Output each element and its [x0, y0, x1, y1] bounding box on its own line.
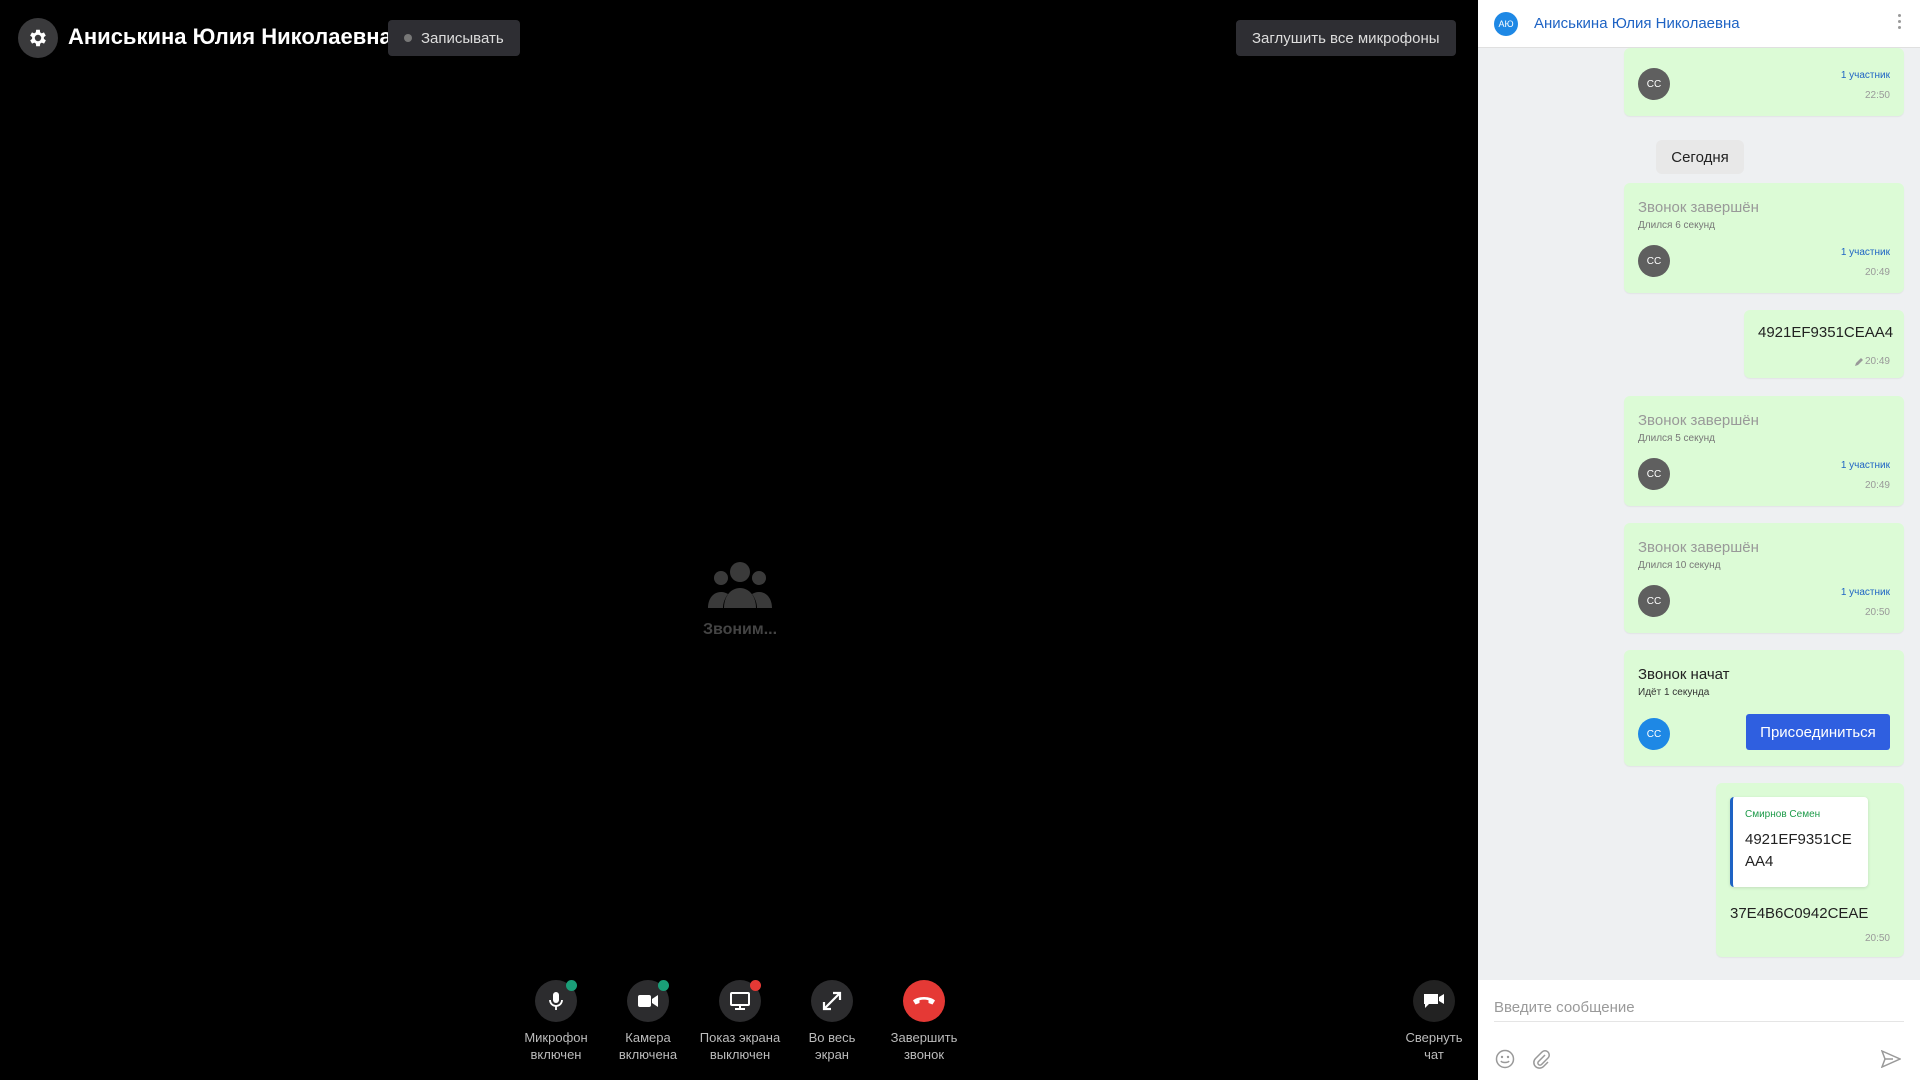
screen-status-dot: [750, 980, 761, 991]
message-time: 20:50: [1864, 607, 1890, 618]
settings-button[interactable]: [18, 18, 58, 58]
participants-count[interactable]: 1 участник: [1841, 70, 1890, 81]
participant-avatar[interactable]: СС: [1638, 718, 1670, 750]
call-duration: Длился 6 секунд: [1638, 220, 1715, 231]
message-time: 20:49: [1864, 480, 1890, 491]
message-time: 20:50: [1864, 933, 1890, 944]
message-text: 4921EF9351CEAA4: [1758, 324, 1894, 341]
fullscreen-button[interactable]: [811, 980, 853, 1022]
call-duration: Идёт 1 секунда: [1638, 687, 1710, 698]
call-duration: Длился 5 секунд: [1638, 433, 1715, 444]
participants-count[interactable]: 1 участник: [1841, 587, 1890, 598]
hangup-phone-icon: [913, 997, 935, 1005]
fullscreen-label-line2: экран: [815, 1047, 849, 1062]
mic-label-line1: Микрофон: [524, 1030, 588, 1045]
message-input[interactable]: [1494, 994, 1904, 1022]
mute-all-button[interactable]: Заглушить все микрофоны: [1236, 20, 1456, 56]
reply-message[interactable]: Смирнов Семен 4921EF9351CEAA4 37E4B6C094…: [1716, 783, 1904, 957]
composer: [1478, 980, 1920, 1080]
chat-contact-name[interactable]: Аниськина Юлия Николаевна: [1534, 15, 1740, 32]
mic-status-dot: [566, 980, 577, 991]
participants-count[interactable]: 1 участник: [1841, 460, 1890, 471]
participant-avatar[interactable]: СС: [1638, 68, 1670, 100]
video-camera-icon: [638, 995, 658, 1007]
paperclip-icon[interactable]: [1530, 1048, 1552, 1070]
calling-status: Звоним...: [690, 560, 790, 639]
call-message: СС 1 участник 22:50: [1624, 48, 1904, 116]
participant-avatar[interactable]: СС: [1638, 245, 1670, 277]
message-text: 37E4B6C0942CEAE: [1730, 905, 1869, 922]
call-status-title: Звонок начат: [1638, 666, 1730, 683]
gear-icon: [30, 29, 46, 47]
camera-button[interactable]: [627, 980, 669, 1022]
record-dot-icon: [404, 34, 412, 42]
screen-share-control[interactable]: Показ экрана выключен: [692, 980, 788, 1063]
screen-label-line1: Показ экрана: [699, 1030, 781, 1045]
expand-icon: [822, 991, 842, 1011]
chat-panel: АЮ Аниськина Юлия Николаевна СС 1 участн…: [1478, 0, 1920, 1080]
call-status-title: Звонок завершён: [1638, 539, 1759, 556]
call-area: Аниськина Юлия Николаевна Записывать Заг…: [0, 0, 1478, 1080]
record-button[interactable]: Записывать: [388, 20, 520, 56]
screen-label-line2: выключен: [709, 1047, 771, 1062]
call-message: Звонок завершён Длился 5 секунд СС 1 уча…: [1624, 396, 1904, 506]
emoji-icon[interactable]: [1494, 1048, 1516, 1070]
chat-avatar[interactable]: АЮ: [1494, 11, 1518, 36]
hangup-button[interactable]: [903, 980, 945, 1022]
join-call-button[interactable]: Присоединиться: [1746, 714, 1890, 750]
chat-header: АЮ Аниськина Юлия Николаевна: [1478, 0, 1920, 48]
message-time: 20:49: [1864, 267, 1890, 278]
collapse-chat-control[interactable]: Свернуть чат: [1394, 980, 1474, 1063]
participant-avatar[interactable]: СС: [1638, 458, 1670, 490]
call-status-title: Звонок завершён: [1638, 412, 1759, 429]
mic-button[interactable]: [535, 980, 577, 1022]
screen-share-button[interactable]: [719, 980, 761, 1022]
hangup-control[interactable]: Завершить звонок: [876, 980, 972, 1063]
quoted-author: Смирнов Семен: [1745, 809, 1821, 820]
fullscreen-label-line1: Во весь: [808, 1030, 856, 1045]
more-options-icon[interactable]: [1898, 14, 1902, 32]
hangup-label-line2: звонок: [903, 1047, 945, 1062]
camera-label-line2: включена: [618, 1047, 678, 1062]
camera-control[interactable]: Камера включена: [600, 980, 696, 1063]
collapse-label-line2: чат: [1424, 1047, 1444, 1062]
quoted-message[interactable]: Смирнов Семен 4921EF9351CEAA4: [1730, 797, 1868, 887]
call-message: Звонок завершён Длился 10 секунд СС 1 уч…: [1624, 523, 1904, 633]
camera-label-line1: Камера: [625, 1030, 671, 1045]
text-message[interactable]: 4921EF9351CEAA4 20:49: [1744, 310, 1904, 378]
record-label: Записывать: [421, 29, 504, 47]
participants-count[interactable]: 1 участник: [1841, 247, 1890, 258]
call-message: Звонок завершён Длился 6 секунд СС 1 уча…: [1624, 183, 1904, 293]
message-time: 22:50: [1864, 90, 1890, 101]
collapse-chat-button[interactable]: [1413, 980, 1455, 1022]
group-icon: [708, 562, 772, 608]
active-call-message: Звонок начат Идёт 1 секунда СС Присоедин…: [1624, 650, 1904, 766]
chat-camera-icon: [1424, 994, 1444, 1008]
call-status-title: Звонок завершён: [1638, 199, 1759, 216]
edited-pencil-icon: [1855, 358, 1863, 366]
message-time: 20:49: [1864, 356, 1890, 367]
date-separator: Сегодня: [1656, 140, 1744, 174]
collapse-label-line1: Свернуть: [1405, 1030, 1463, 1045]
message-list[interactable]: СС 1 участник 22:50 Сегодня Звонок завер…: [1478, 48, 1920, 980]
mic-label-line2: включен: [530, 1047, 582, 1062]
mic-control[interactable]: Микрофон включен: [508, 980, 604, 1063]
participant-avatar[interactable]: СС: [1638, 585, 1670, 617]
hangup-label-line1: Завершить: [890, 1030, 958, 1045]
calling-label: Звоним...: [702, 621, 778, 638]
call-duration: Длился 10 секунд: [1638, 560, 1721, 571]
quoted-text: 4921EF9351CEAA4: [1745, 831, 1852, 870]
call-title: Аниськина Юлия Николаевна: [68, 24, 392, 49]
camera-status-dot: [658, 980, 669, 991]
microphone-icon: [549, 992, 563, 1010]
send-icon[interactable]: [1880, 1048, 1902, 1070]
monitor-icon: [730, 992, 750, 1010]
fullscreen-control[interactable]: Во весь экран: [784, 980, 880, 1063]
